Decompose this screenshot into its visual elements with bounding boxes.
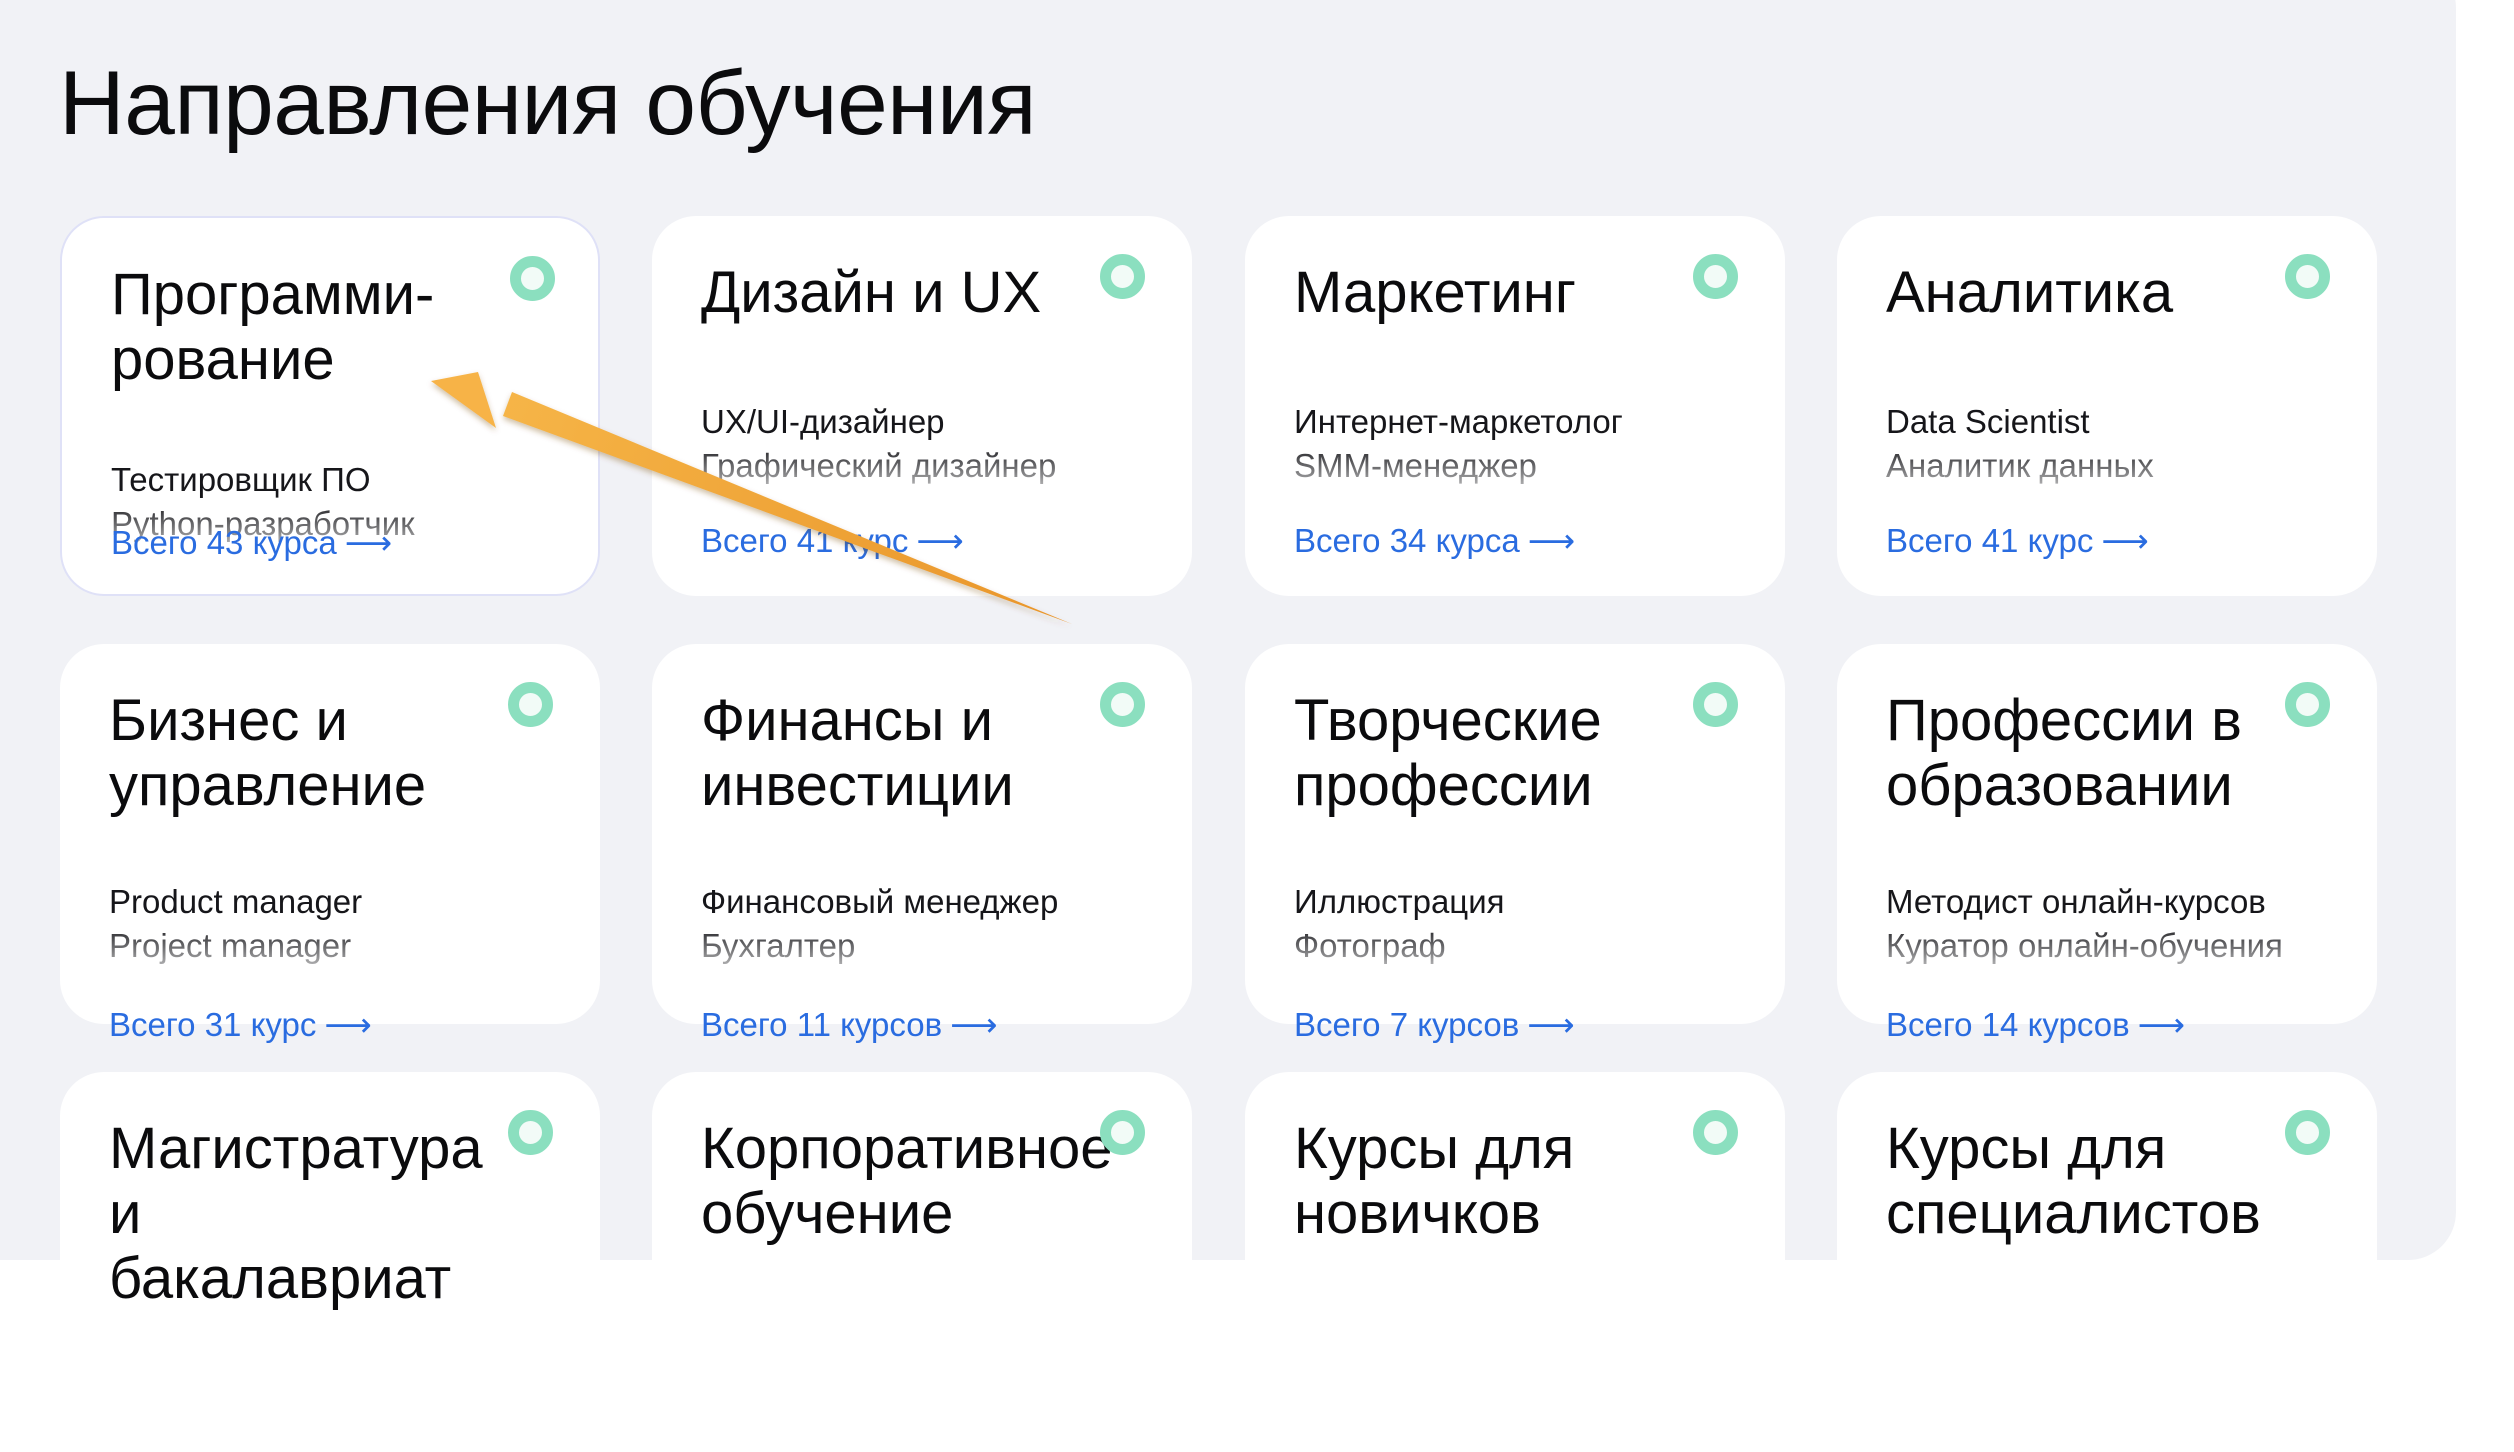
profession-list: Product manager Project manager bbox=[109, 880, 569, 976]
arrow-right-icon: ⟶ bbox=[2101, 522, 2149, 559]
ring-badge-icon bbox=[1693, 254, 1738, 299]
profession-item: Копирайтер bbox=[1294, 488, 1754, 496]
arrow-right-icon: ⟶ bbox=[344, 524, 393, 561]
profession-item: Product manager bbox=[109, 883, 363, 920]
courses-count-link[interactable]: Всего 41 курс ⟶ bbox=[701, 521, 964, 561]
ring-badge-icon bbox=[1693, 1110, 1738, 1155]
profession-item: Project manager bbox=[109, 927, 352, 964]
profession-item: UX/UI-дизайнер bbox=[701, 403, 945, 440]
direction-card[interactable]: Курсы для специалистов bbox=[1837, 1072, 2377, 1452]
courses-count-link[interactable]: Всего 31 курс ⟶ bbox=[109, 1005, 372, 1045]
arrow-right-icon: ⟶ bbox=[950, 1006, 998, 1043]
profession-item: Финансовый менеджер bbox=[701, 883, 1059, 920]
ring-badge-icon bbox=[2285, 682, 2330, 727]
profession-item: Куратор онлайн-обучения bbox=[1886, 927, 2283, 964]
ring-badge-icon bbox=[2285, 254, 2330, 299]
courses-count-link[interactable]: Всего 43 курса ⟶ bbox=[111, 523, 392, 563]
courses-count-link[interactable]: Всего 14 курсов ⟶ bbox=[1886, 1005, 2185, 1045]
page-title: Направления обучения bbox=[59, 53, 1037, 154]
direction-card-title: Маркетинг bbox=[1294, 260, 1576, 325]
courses-count-label: Всего 11 курсов bbox=[701, 1006, 943, 1043]
profession-item: Интернет-маркетолог bbox=[1294, 403, 1623, 440]
ring-badge-icon bbox=[1100, 254, 1145, 299]
direction-card[interactable]: Дизайн и UX UX/UI-дизайнер Графический диз… bbox=[652, 216, 1192, 596]
courses-count-label: Всего 43 курса bbox=[111, 524, 337, 561]
ring-badge-icon bbox=[508, 1110, 553, 1155]
profession-list: Финансовый менеджер Бухгалтер bbox=[701, 880, 1161, 976]
direction-card[interactable]: Маркетинг Интернет-маркетолог SMM-менеджер… bbox=[1245, 216, 1785, 596]
profession-item: Бухгалтер bbox=[701, 927, 856, 964]
arrow-right-icon: ⟶ bbox=[1527, 1006, 1575, 1043]
direction-card-title: Курсы для новичков bbox=[1294, 1116, 1575, 1246]
profession-item: Иллюстрация bbox=[1294, 883, 1505, 920]
ring-badge-icon bbox=[2285, 1110, 2330, 1155]
profession-item: SMM-менеджер bbox=[1294, 447, 1537, 484]
courses-count-label: Всего 31 курс bbox=[109, 1006, 317, 1043]
courses-count-link[interactable]: Всего 34 курса ⟶ bbox=[1294, 521, 1575, 561]
profession-item: Тестировщик ПО bbox=[111, 461, 371, 498]
profession-list: Data Scientist Аналитик данных Системный а… bbox=[1886, 400, 2346, 496]
profession-list: UX/UI-дизайнер Графический дизайнер Дизайн… bbox=[701, 400, 1161, 496]
arrow-right-icon: ⟶ bbox=[324, 1006, 372, 1043]
direction-card[interactable]: Аналитика Data Scientist Аналитик данных Си… bbox=[1837, 216, 2377, 596]
direction-card[interactable]: Творческие профессии Иллюстрация Фотограф В… bbox=[1245, 644, 1785, 1043]
profession-item: Методист онлайн-курсов bbox=[1886, 883, 2266, 920]
direction-card[interactable]: Профессии в образовании Методист онлайн-к… bbox=[1837, 644, 2377, 1043]
ring-badge-icon bbox=[1100, 682, 1145, 727]
direction-card-title: Магистратура и бакалавриат bbox=[109, 1116, 483, 1311]
courses-count-label: Всего 34 курса bbox=[1294, 522, 1520, 559]
profession-item: Дизайнер интерьера bbox=[701, 488, 1161, 496]
profession-item: Системный аналитик bbox=[1886, 488, 2346, 496]
profession-list: Иллюстрация Фотограф bbox=[1294, 880, 1754, 976]
courses-count-label: Всего 7 курсов bbox=[1294, 1006, 1520, 1043]
direction-card[interactable]: Программи- рование Тестировщик ПО Python-р… bbox=[60, 216, 600, 596]
courses-count-label: Всего 41 курс bbox=[1886, 522, 2094, 559]
direction-card-title: Аналитика bbox=[1886, 260, 2174, 325]
ring-badge-icon bbox=[1100, 1110, 1145, 1155]
arrow-right-icon: ⟶ bbox=[1527, 522, 1576, 559]
profession-item: Data Scientist bbox=[1886, 403, 2090, 440]
direction-card[interactable]: Финансы и инвестиции Финансовый менеджер Б… bbox=[652, 644, 1192, 1043]
direction-card-title: Финансы и инвестиции bbox=[701, 688, 1014, 818]
courses-count-label: Всего 41 курс bbox=[701, 522, 909, 559]
arrow-right-icon: ⟶ bbox=[916, 522, 964, 559]
courses-count-link[interactable]: Всего 41 курс ⟶ bbox=[1886, 521, 2149, 561]
direction-card-title: Бизнес и управление bbox=[109, 688, 427, 818]
direction-card-title: Дизайн и UX bbox=[701, 260, 1042, 325]
ring-badge-icon bbox=[1693, 682, 1738, 727]
direction-card-title: Курсы для специалистов bbox=[1886, 1116, 2261, 1246]
direction-card[interactable]: Магистратура и бакалавриат bbox=[60, 1072, 600, 1452]
direction-card-title: Профессии в образовании bbox=[1886, 688, 2242, 818]
arrow-right-icon: ⟶ bbox=[2137, 1006, 2185, 1043]
profession-list: Интернет-маркетолог SMM-менеджер Копирайте… bbox=[1294, 400, 1754, 496]
direction-card[interactable]: Корпоративное обучение bbox=[652, 1072, 1192, 1452]
profession-item: Фотограф bbox=[1294, 927, 1446, 964]
courses-count-link[interactable]: Всего 11 курсов ⟶ bbox=[701, 1005, 997, 1045]
profession-item: Аналитик данных bbox=[1886, 447, 2154, 484]
ring-badge-icon bbox=[510, 256, 555, 301]
direction-card-title: Программи- рование bbox=[111, 262, 435, 392]
direction-card-title: Творческие профессии bbox=[1294, 688, 1602, 818]
ring-badge-icon bbox=[508, 682, 553, 727]
courses-count-link[interactable]: Всего 7 курсов ⟶ bbox=[1294, 1005, 1575, 1045]
content-panel bbox=[0, 0, 2456, 1260]
courses-count-label: Всего 14 курсов bbox=[1886, 1006, 2130, 1043]
profession-list: Методист онлайн-курсов Куратор онлайн-обу… bbox=[1886, 880, 2346, 976]
direction-card[interactable]: Бизнес и управление Product manager Projec… bbox=[60, 644, 600, 1043]
direction-card-title: Корпоративное обучение bbox=[701, 1116, 1113, 1246]
direction-card[interactable]: Курсы для новичков bbox=[1245, 1072, 1785, 1452]
profession-item: Графический дизайнер bbox=[701, 447, 1057, 484]
